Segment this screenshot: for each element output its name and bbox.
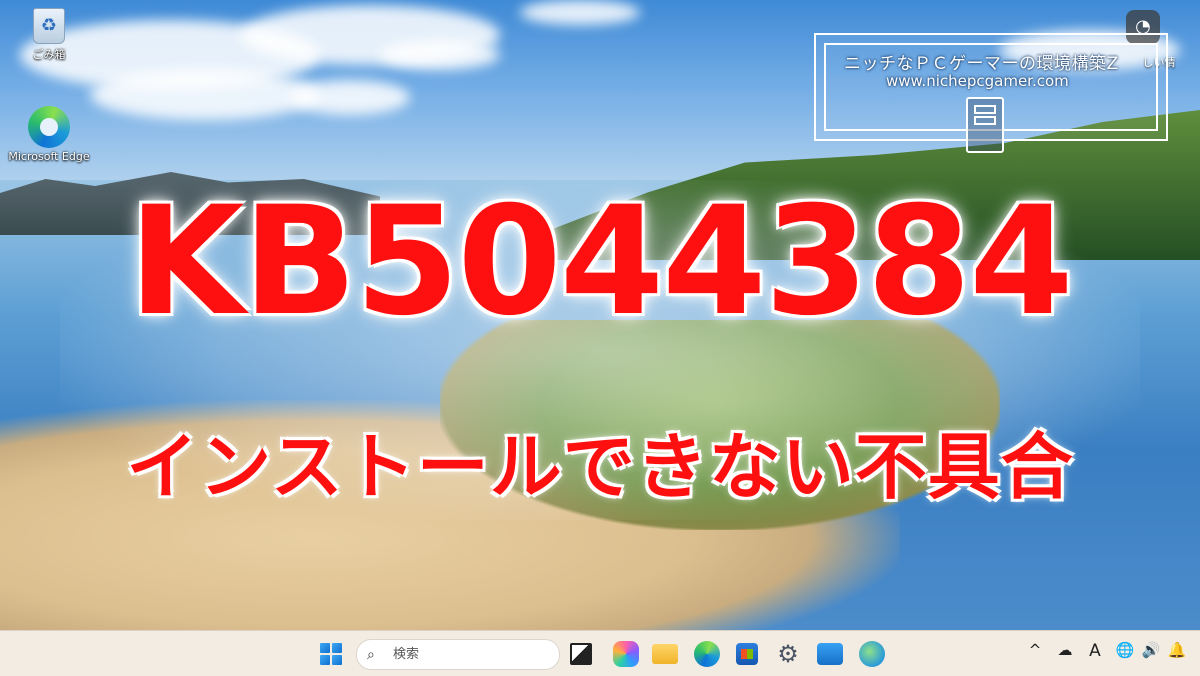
search-input[interactable] [391, 646, 545, 663]
tray-ime-indicator[interactable]: A [1084, 641, 1106, 661]
desktop-icon-microsoft-edge[interactable]: Microsoft Edge [4, 106, 94, 163]
photos-button[interactable] [815, 639, 845, 669]
globe-icon [859, 641, 885, 667]
edge-icon [694, 641, 720, 667]
store-icon [736, 643, 758, 665]
taskbar-search[interactable]: ⌕ [356, 639, 560, 670]
pc-slot [974, 105, 996, 114]
desktop-icon-label: ごみ箱 [32, 48, 66, 61]
wallpaper-cloud [90, 70, 320, 120]
recycle-bin-icon: ♻ [33, 8, 65, 44]
edge-icon [28, 106, 70, 148]
copilot-icon [613, 641, 639, 667]
task-view-icon [570, 643, 592, 665]
search-icon: ⌕ [367, 646, 375, 663]
globe-app-button[interactable] [857, 639, 887, 669]
headline-title: KB5044384 [128, 175, 1073, 349]
windows-start-icon [320, 643, 342, 665]
wallpaper-cloud [520, 0, 640, 25]
start-button[interactable] [316, 639, 346, 669]
tray-notification-bell-icon[interactable]: 🔔 [1166, 641, 1188, 659]
task-view-button[interactable] [566, 639, 596, 669]
watermark-url: www.nichepcgamer.com [886, 72, 1069, 90]
tray-overflow-chevron-icon[interactable]: ^ [1024, 641, 1046, 659]
edge-taskbar-button[interactable] [692, 639, 722, 669]
settings-icon: ⚙ [777, 640, 799, 668]
file-explorer-button[interactable] [650, 639, 680, 669]
wallpaper-cloud [380, 40, 500, 70]
file-explorer-icon [652, 644, 678, 664]
taskbar: ⌕ ⚙ ^ ☁ A 🌐 🔊 🔔 [0, 630, 1200, 676]
tray-cloud-offline-icon[interactable]: ☁ [1054, 641, 1076, 659]
settings-button[interactable]: ⚙ [773, 639, 803, 669]
photos-icon [817, 643, 843, 665]
desktop-icon-recycle-bin[interactable]: ♻ ごみ箱 [4, 8, 94, 62]
watermark-logo: ニッチなＰＣゲーマーの環境構築Z www.nichepcgamer.com [814, 33, 1168, 153]
watermark-title: ニッチなＰＣゲーマーの環境構築Z [844, 54, 1119, 74]
headline-subtitle: インストールできない不具合 [126, 425, 1074, 509]
copilot-button[interactable] [611, 639, 641, 669]
pc-tower-icon [966, 97, 1004, 153]
tray-volume-icon[interactable]: 🔊 [1140, 641, 1162, 659]
wallpaper-cloud [290, 80, 410, 115]
pc-slot [974, 116, 996, 125]
tray-network-icon[interactable]: 🌐 [1114, 641, 1136, 659]
desktop-icon-label: Microsoft Edge [8, 150, 90, 163]
store-button[interactable] [732, 639, 762, 669]
